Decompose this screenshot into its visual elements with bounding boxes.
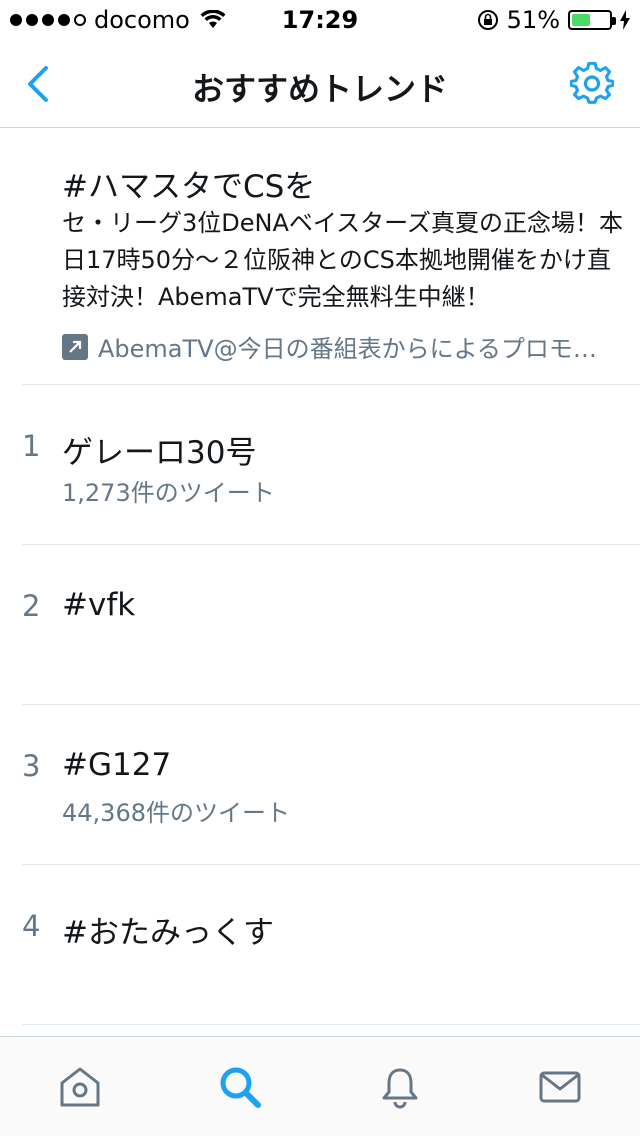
- mail-icon[interactable]: [538, 1065, 582, 1109]
- status-bar: docomo 17:29 51%: [0, 0, 640, 40]
- trend-item[interactable]: 3 #G127 44,368件のツイート: [22, 705, 640, 865]
- trend-rank: 2: [22, 589, 41, 623]
- search-icon[interactable]: [218, 1065, 262, 1109]
- trend-item[interactable]: 4 #おたみっくす: [22, 865, 640, 1025]
- trend-item[interactable]: 1 ゲレーロ30号 1,273件のツイート: [22, 385, 640, 545]
- trend-tweet-count: 1,273件のツイート: [62, 479, 275, 507]
- home-icon[interactable]: [58, 1065, 102, 1109]
- trends-list: #ハマスタでCSを セ・リーグ3位DeNAベイスターズ真夏の正念場！本日17時5…: [0, 129, 640, 1035]
- promoted-by: AbemaTV@今日の番組表からによるプロモ…: [62, 329, 608, 364]
- trend-tweet-count: 44,368件のツイート: [62, 799, 290, 827]
- charging-bolt-icon: [620, 10, 630, 30]
- status-right: 51%: [477, 6, 630, 34]
- battery-percent: 51%: [506, 6, 560, 34]
- screen: docomo 17:29 51% おすすめトレンド #ハマスタでCSを セ・リー…: [0, 0, 640, 1136]
- page-title: おすすめトレンド: [191, 70, 448, 108]
- trend-name[interactable]: #G127: [62, 747, 171, 783]
- trend-item[interactable]: 2 #vfk: [22, 545, 640, 705]
- orientation-lock-icon: [477, 10, 498, 30]
- promoted-by-text: AbemaTV@今日の番組表からによるプロモ…: [98, 335, 597, 363]
- battery-icon: [568, 10, 616, 30]
- navigation-bar: おすすめトレンド: [0, 40, 640, 128]
- trend-rank: 4: [22, 909, 41, 943]
- promoted-trend-title[interactable]: #ハマスタでCSを: [62, 161, 315, 206]
- trend-rank: 1: [22, 429, 41, 463]
- trend-name[interactable]: #vfk: [62, 587, 135, 623]
- battery-fill: [572, 14, 590, 26]
- bell-icon[interactable]: [378, 1065, 422, 1109]
- trend-name[interactable]: ゲレーロ30号: [62, 427, 256, 472]
- trend-name[interactable]: #おたみっくす: [62, 907, 274, 952]
- settings-gear-icon[interactable]: [570, 62, 614, 106]
- promoted-trend[interactable]: #ハマスタでCSを セ・リーグ3位DeNAベイスターズ真夏の正念場！本日17時5…: [22, 129, 640, 385]
- promoted-arrow-icon: [62, 333, 88, 360]
- trend-rank: 3: [22, 749, 41, 783]
- promoted-trend-description: セ・リーグ3位DeNAベイスターズ真夏の正念場！本日17時50分～２位阪神とのC…: [62, 209, 623, 311]
- tab-bar: [0, 1036, 640, 1136]
